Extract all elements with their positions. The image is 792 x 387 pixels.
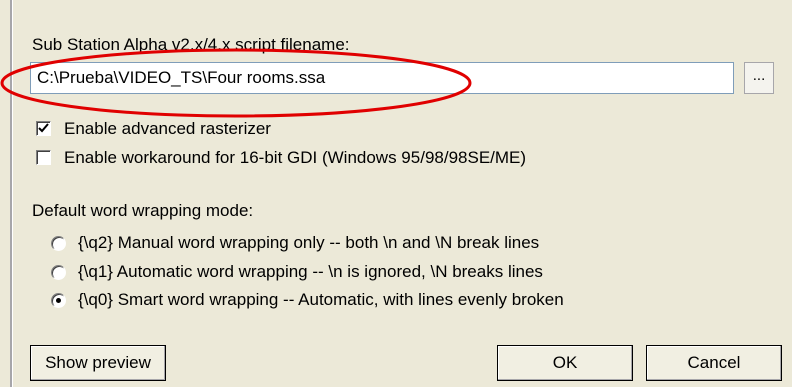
gdi-workaround-checkbox[interactable]	[36, 150, 51, 165]
ok-button[interactable]: OK	[497, 345, 633, 381]
checkmark-icon	[38, 123, 49, 133]
filename-input[interactable]	[30, 62, 734, 94]
wrap-mode-q1-radio[interactable]	[51, 265, 66, 280]
browse-button[interactable]: ...	[744, 62, 774, 94]
red-highlight-ellipse	[0, 48, 472, 118]
dialog-left-border	[10, 0, 13, 387]
gdi-workaround-label: Enable workaround for 16-bit GDI (Window…	[64, 148, 527, 167]
radio-selected-dot	[56, 298, 61, 303]
subtitle-settings-dialog: Sub Station Alpha v2.x/4.x script filena…	[0, 0, 792, 387]
show-preview-button[interactable]: Show preview	[30, 345, 166, 381]
wrap-mode-q2-radio[interactable]	[51, 236, 66, 251]
wrap-mode-q0-radio[interactable]	[51, 293, 66, 308]
wrap-mode-q1-label: {\q1} Automatic word wrapping -- \n is i…	[78, 262, 543, 281]
filename-label: Sub Station Alpha v2.x/4.x script filena…	[32, 35, 350, 54]
advanced-rasterizer-checkbox[interactable]	[36, 121, 51, 136]
cancel-button[interactable]: Cancel	[646, 345, 782, 381]
wrapping-mode-label: Default word wrapping mode:	[32, 201, 254, 220]
advanced-rasterizer-label: Enable advanced rasterizer	[64, 119, 271, 138]
wrap-mode-q2-label: {\q2} Manual word wrapping only -- both …	[78, 233, 540, 252]
wrap-mode-q0-label: {\q0} Smart word wrapping -- Automatic, …	[78, 290, 564, 309]
